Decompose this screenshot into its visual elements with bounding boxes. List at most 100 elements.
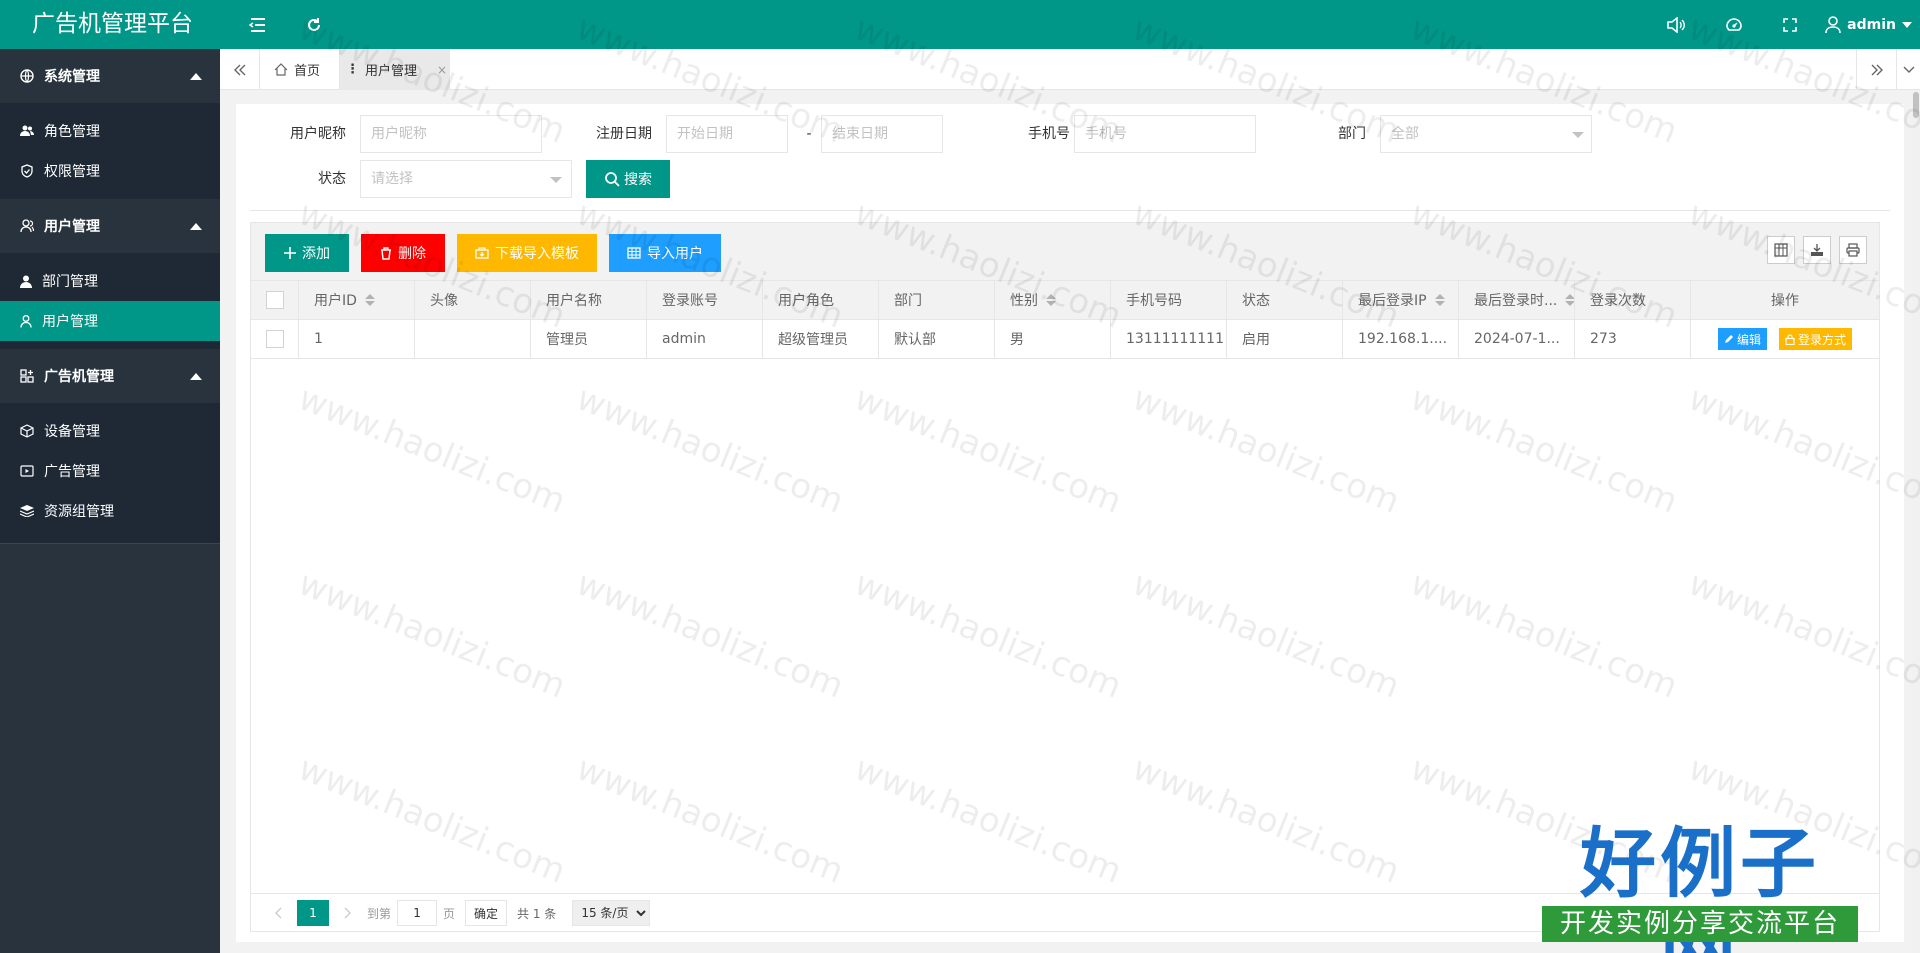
app-title: 广告机管理平台 xyxy=(32,11,193,37)
cell-gender: 男 xyxy=(995,320,1111,358)
tabs-scroll-left-icon[interactable] xyxy=(220,49,260,90)
sidebar-item-user-management[interactable]: 用户管理 xyxy=(0,301,220,341)
user-group-icon xyxy=(20,219,34,233)
user-outline-icon xyxy=(20,314,32,328)
header-label: 性别 xyxy=(1010,293,1038,309)
sidebar-group-ad-machines[interactable]: 广告机管理 xyxy=(0,349,220,403)
refresh-icon[interactable] xyxy=(294,0,334,49)
header-user-id[interactable]: 用户ID xyxy=(299,281,415,319)
page-number-current[interactable]: 1 xyxy=(297,900,329,926)
sidebar-group-users[interactable]: 用户管理 xyxy=(0,199,220,253)
cell-user-id: 1 xyxy=(299,320,415,358)
scrollbar-thumb[interactable] xyxy=(1913,92,1919,118)
users-icon xyxy=(20,125,34,136)
start-date-input[interactable] xyxy=(666,115,788,153)
end-date-input[interactable] xyxy=(821,115,943,153)
sidebar-item-resource-groups[interactable]: 资源组管理 xyxy=(0,491,220,531)
sort-icon[interactable] xyxy=(1565,294,1574,306)
page-jump-input[interactable] xyxy=(397,900,438,926)
sidebar-item-departments[interactable]: 部门管理 xyxy=(0,261,220,301)
department-select-value: 全部 xyxy=(1391,126,1419,142)
column-filter-icon[interactable] xyxy=(1767,236,1795,264)
user-menu[interactable]: admin xyxy=(1825,0,1920,49)
user-table: 添加 删除 下载导入模板 导入用户 用户ID 头像 用户名称 登录账号 用户角色… xyxy=(250,222,1880,932)
tabs-menu-chevron-icon[interactable] xyxy=(1896,49,1920,90)
close-icon[interactable]: × xyxy=(437,63,447,77)
header-last-login-ip[interactable]: 最后登录IP xyxy=(1343,281,1459,319)
header-label: 登录次数 xyxy=(1590,293,1646,309)
phone-input[interactable] xyxy=(1074,115,1256,153)
header-last-login-time[interactable]: 最后登录时... xyxy=(1459,281,1575,319)
login-method-label: 登录方式 xyxy=(1798,332,1847,347)
fullscreen-icon[interactable] xyxy=(1770,0,1810,49)
header-avatar: 头像 xyxy=(415,281,531,319)
edit-button[interactable]: 编辑 xyxy=(1717,328,1767,350)
tab-user-management[interactable]: ⋮ 用户管理 × xyxy=(340,49,450,90)
header-label: 用户名称 xyxy=(546,293,602,309)
menu-toggle-icon[interactable] xyxy=(238,0,278,49)
page-unit-label: 页 xyxy=(443,906,456,921)
header-gender[interactable]: 性别 xyxy=(995,281,1111,319)
cell-login-account: admin xyxy=(647,320,763,358)
sidebar-item-label: 广告管理 xyxy=(44,464,100,480)
header-status: 状态 xyxy=(1227,281,1343,319)
select-all-checkbox[interactable] xyxy=(265,291,284,309)
page-size-select[interactable]: 15 条/页 xyxy=(572,900,651,926)
prev-page-icon[interactable] xyxy=(265,900,291,926)
trash-icon xyxy=(381,246,391,260)
theme-palette-icon[interactable] xyxy=(1714,0,1754,49)
table-header: 用户ID 头像 用户名称 登录账号 用户角色 部门 性别 手机号码 状态 最后登… xyxy=(251,281,1879,320)
import-users-button[interactable]: 导入用户 xyxy=(609,234,721,272)
delete-button[interactable]: 删除 xyxy=(361,234,445,272)
header-label: 头像 xyxy=(430,293,458,309)
print-icon[interactable] xyxy=(1839,236,1867,264)
status-label: 状态 xyxy=(318,171,346,187)
sort-icon[interactable] xyxy=(1434,294,1445,306)
cell-last-login-time: 2024-07-1... xyxy=(1459,320,1575,358)
sort-icon[interactable] xyxy=(364,294,375,306)
next-page-icon[interactable] xyxy=(335,900,361,926)
user-icon xyxy=(1825,15,1841,33)
lock-icon xyxy=(1785,333,1795,345)
header-checkbox-cell xyxy=(251,281,299,319)
tabs-scroll-right-icon[interactable] xyxy=(1856,49,1896,90)
sidebar-item-devices[interactable]: 设备管理 xyxy=(0,411,220,451)
status-select[interactable]: 请选择 xyxy=(360,160,572,198)
confirm-button[interactable]: 确定 xyxy=(465,900,508,926)
row-checkbox[interactable] xyxy=(265,330,284,348)
page-scrollbar[interactable] xyxy=(1912,90,1920,953)
tab-home[interactable]: 首页 xyxy=(260,49,340,90)
department-select[interactable]: 全部 xyxy=(1380,115,1592,153)
search-button[interactable]: 搜索 xyxy=(586,160,670,198)
phone-label: 手机号 xyxy=(1028,126,1070,142)
add-button[interactable]: 添加 xyxy=(265,234,349,272)
pencil-icon xyxy=(1724,335,1733,343)
table-row[interactable]: 1 管理员 admin 超级管理员 默认部 男 13111111111 启用 1… xyxy=(251,320,1879,359)
nickname-input[interactable] xyxy=(360,115,542,153)
edit-button-label: 编辑 xyxy=(1736,332,1761,347)
globe-icon xyxy=(20,69,34,83)
header-actions: 操作 xyxy=(1691,281,1879,319)
sidebar-item-ads[interactable]: 广告管理 xyxy=(0,451,220,491)
cell-user-name: 管理员 xyxy=(531,320,647,358)
layers-icon xyxy=(20,505,34,517)
sidebar-group-label: 系统管理 xyxy=(44,69,100,85)
header-label: 用户ID xyxy=(314,293,357,309)
download-template-label: 下载导入模板 xyxy=(495,246,579,262)
cube-icon xyxy=(20,424,34,438)
header-label: 状态 xyxy=(1242,293,1270,309)
sidebar-item-permissions[interactable]: 权限管理 xyxy=(0,151,220,191)
header-label: 最后登录IP xyxy=(1358,293,1427,309)
sidebar-group-label: 广告机管理 xyxy=(44,369,114,385)
sidebar-item-roles[interactable]: 角色管理 xyxy=(0,111,220,151)
header-label: 登录账号 xyxy=(662,293,718,309)
sidebar-group-system[interactable]: 系统管理 xyxy=(0,49,220,103)
sidebar-group-label: 用户管理 xyxy=(44,219,100,235)
login-method-button[interactable]: 登录方式 xyxy=(1779,328,1853,350)
form-divider xyxy=(250,210,1890,211)
export-icon[interactable] xyxy=(1803,236,1831,264)
speaker-icon[interactable] xyxy=(1656,0,1696,49)
sort-icon[interactable] xyxy=(1046,294,1056,306)
nickname-label: 用户昵称 xyxy=(290,126,346,142)
download-template-button[interactable]: 下载导入模板 xyxy=(457,234,597,272)
